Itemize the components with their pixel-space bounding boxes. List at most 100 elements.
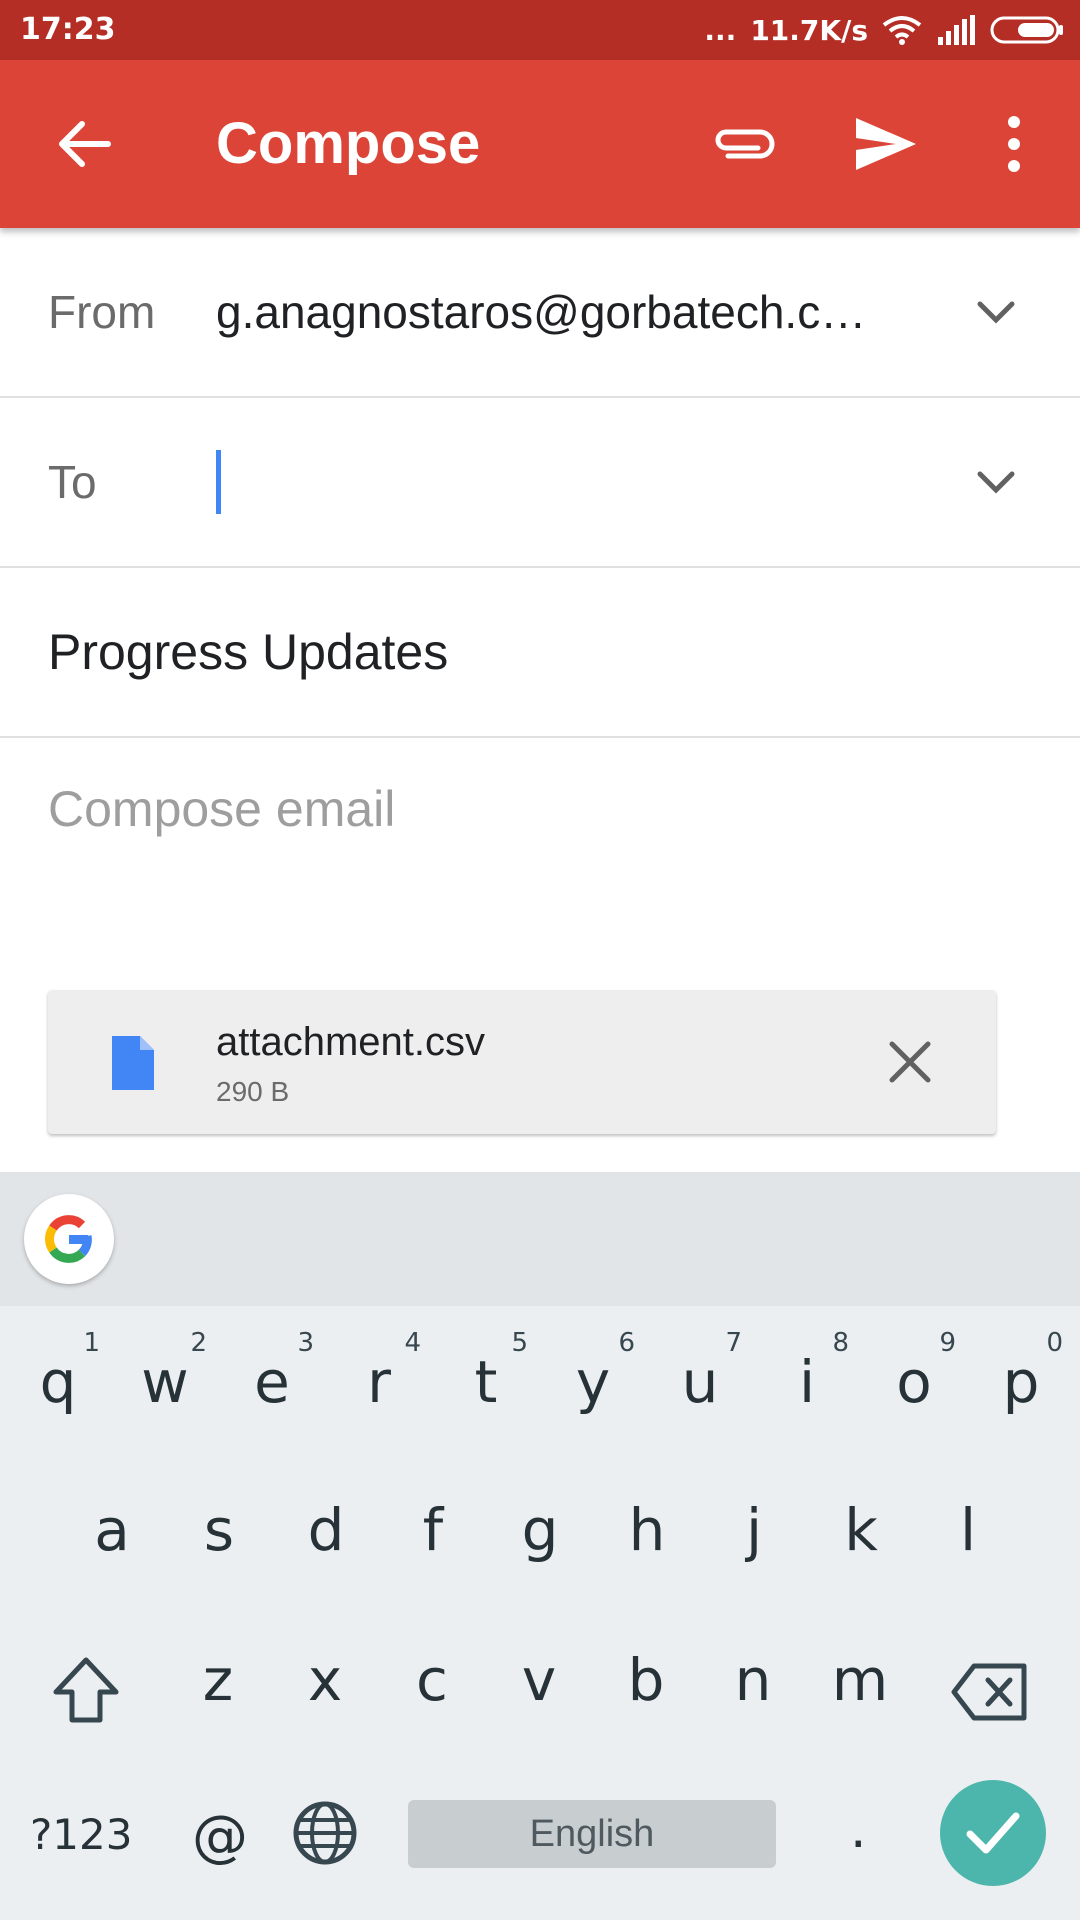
key-hint: 5 xyxy=(511,1328,528,1358)
network-speed: 11.7K/s xyxy=(750,13,868,47)
key-label: l xyxy=(959,1496,977,1564)
key-label: k xyxy=(844,1496,878,1564)
key-label: m xyxy=(831,1646,889,1714)
key-x[interactable]: x xyxy=(275,1646,375,1714)
key-label: h xyxy=(628,1496,666,1564)
google-search-button[interactable] xyxy=(24,1194,114,1284)
key-label: e xyxy=(254,1348,290,1416)
key-label: d xyxy=(307,1496,345,1564)
attachment-name: attachment.csv xyxy=(216,1020,486,1064)
signal-icon xyxy=(938,15,975,45)
key-label: x xyxy=(307,1646,343,1714)
to-label: To xyxy=(48,456,97,508)
key-q[interactable]: q1 xyxy=(8,1328,108,1416)
key-label: s xyxy=(203,1496,235,1564)
attachment-size: 290 B xyxy=(216,1076,290,1107)
key-label: j xyxy=(745,1496,763,1564)
app-bar: Compose xyxy=(0,60,1080,228)
key-k[interactable]: k xyxy=(811,1496,911,1564)
key-label: u xyxy=(681,1348,719,1416)
key-hint: 6 xyxy=(618,1328,635,1358)
key-hint: 9 xyxy=(939,1328,956,1358)
paperclip-icon[interactable] xyxy=(708,116,780,172)
key-g[interactable]: g xyxy=(490,1496,590,1564)
key-z[interactable]: z xyxy=(168,1646,268,1714)
at-key[interactable]: @ xyxy=(192,1804,248,1869)
from-label: From xyxy=(48,286,156,338)
key-hint: 7 xyxy=(725,1328,742,1358)
status-icons: ... 11.7K/s xyxy=(704,10,1064,50)
subject-row[interactable]: Progress Updates xyxy=(0,568,1080,738)
page-title: Compose xyxy=(216,111,481,176)
key-n[interactable]: n xyxy=(703,1646,803,1714)
key-hint: 1 xyxy=(83,1328,100,1358)
from-row[interactable]: From g.anagnostaros@gorbatech.c… xyxy=(0,228,1080,398)
key-t[interactable]: t5 xyxy=(436,1328,536,1416)
status-dots: ... xyxy=(704,13,737,47)
key-hint: 4 xyxy=(404,1328,421,1358)
battery-icon xyxy=(990,16,1063,44)
key-label: z xyxy=(202,1646,234,1714)
enter-button[interactable] xyxy=(940,1780,1046,1886)
key-e[interactable]: e3 xyxy=(222,1328,322,1416)
key-j[interactable]: j xyxy=(704,1496,804,1564)
back-arrow-icon[interactable] xyxy=(52,112,116,176)
compose-body-input[interactable]: Compose email xyxy=(48,780,395,838)
key-i[interactable]: i8 xyxy=(757,1328,857,1416)
key-label: y xyxy=(575,1348,611,1416)
space-bar[interactable]: English xyxy=(408,1800,776,1868)
status-bar: 17:23 ... 11.7K/s xyxy=(0,0,1080,60)
subject-input[interactable]: Progress Updates xyxy=(48,568,448,736)
key-r[interactable]: r4 xyxy=(329,1328,429,1416)
key-label: f xyxy=(422,1496,444,1564)
key-label: a xyxy=(94,1496,130,1564)
chevron-down-icon[interactable] xyxy=(972,292,1020,332)
key-label: t xyxy=(474,1348,498,1416)
more-options-icon[interactable] xyxy=(994,112,1034,176)
key-u[interactable]: u7 xyxy=(650,1328,750,1416)
chevron-down-icon[interactable] xyxy=(972,462,1020,502)
key-h[interactable]: h xyxy=(597,1496,697,1564)
from-account[interactable]: g.anagnostaros@gorbatech.c… xyxy=(216,228,896,396)
key-c[interactable]: c xyxy=(382,1646,482,1714)
key-w[interactable]: w2 xyxy=(115,1328,215,1416)
key-hint: 2 xyxy=(190,1328,207,1358)
symbols-key[interactable]: ?123 xyxy=(30,1810,132,1859)
key-y[interactable]: y6 xyxy=(543,1328,643,1416)
key-b[interactable]: b xyxy=(596,1646,696,1714)
key-l[interactable]: l xyxy=(918,1496,1018,1564)
key-label: w xyxy=(141,1348,189,1416)
attachment-card[interactable]: attachment.csv 290 B xyxy=(48,990,996,1134)
close-icon[interactable] xyxy=(886,1038,934,1086)
key-label: v xyxy=(521,1646,557,1714)
key-hint: 0 xyxy=(1046,1328,1063,1358)
period-key[interactable]: . xyxy=(850,1800,867,1860)
key-a[interactable]: a xyxy=(62,1496,162,1564)
file-icon xyxy=(112,1036,154,1090)
key-label: q xyxy=(39,1348,77,1416)
key-label: o xyxy=(896,1348,932,1416)
key-v[interactable]: v xyxy=(489,1646,589,1714)
to-row[interactable]: To xyxy=(0,398,1080,568)
key-p[interactable]: p0 xyxy=(971,1328,1071,1416)
key-label: g xyxy=(521,1496,559,1564)
wifi-icon xyxy=(882,16,922,45)
key-hint: 8 xyxy=(832,1328,849,1358)
key-f[interactable]: f xyxy=(383,1496,483,1564)
key-label: p xyxy=(1002,1348,1040,1416)
key-hint: 3 xyxy=(297,1328,314,1358)
key-label: c xyxy=(416,1646,448,1714)
key-o[interactable]: o9 xyxy=(864,1328,964,1416)
key-label: n xyxy=(734,1646,772,1714)
key-label: b xyxy=(627,1646,665,1714)
key-d[interactable]: d xyxy=(276,1496,376,1564)
key-s[interactable]: s xyxy=(169,1496,269,1564)
globe-icon[interactable] xyxy=(292,1800,358,1866)
google-icon xyxy=(45,1215,92,1263)
key-label: r xyxy=(367,1348,391,1416)
send-icon[interactable] xyxy=(852,110,920,178)
key-m[interactable]: m xyxy=(810,1646,910,1714)
backspace-icon[interactable] xyxy=(950,1662,1030,1722)
shift-icon[interactable] xyxy=(50,1654,122,1726)
checkmark-icon xyxy=(966,1812,1020,1854)
